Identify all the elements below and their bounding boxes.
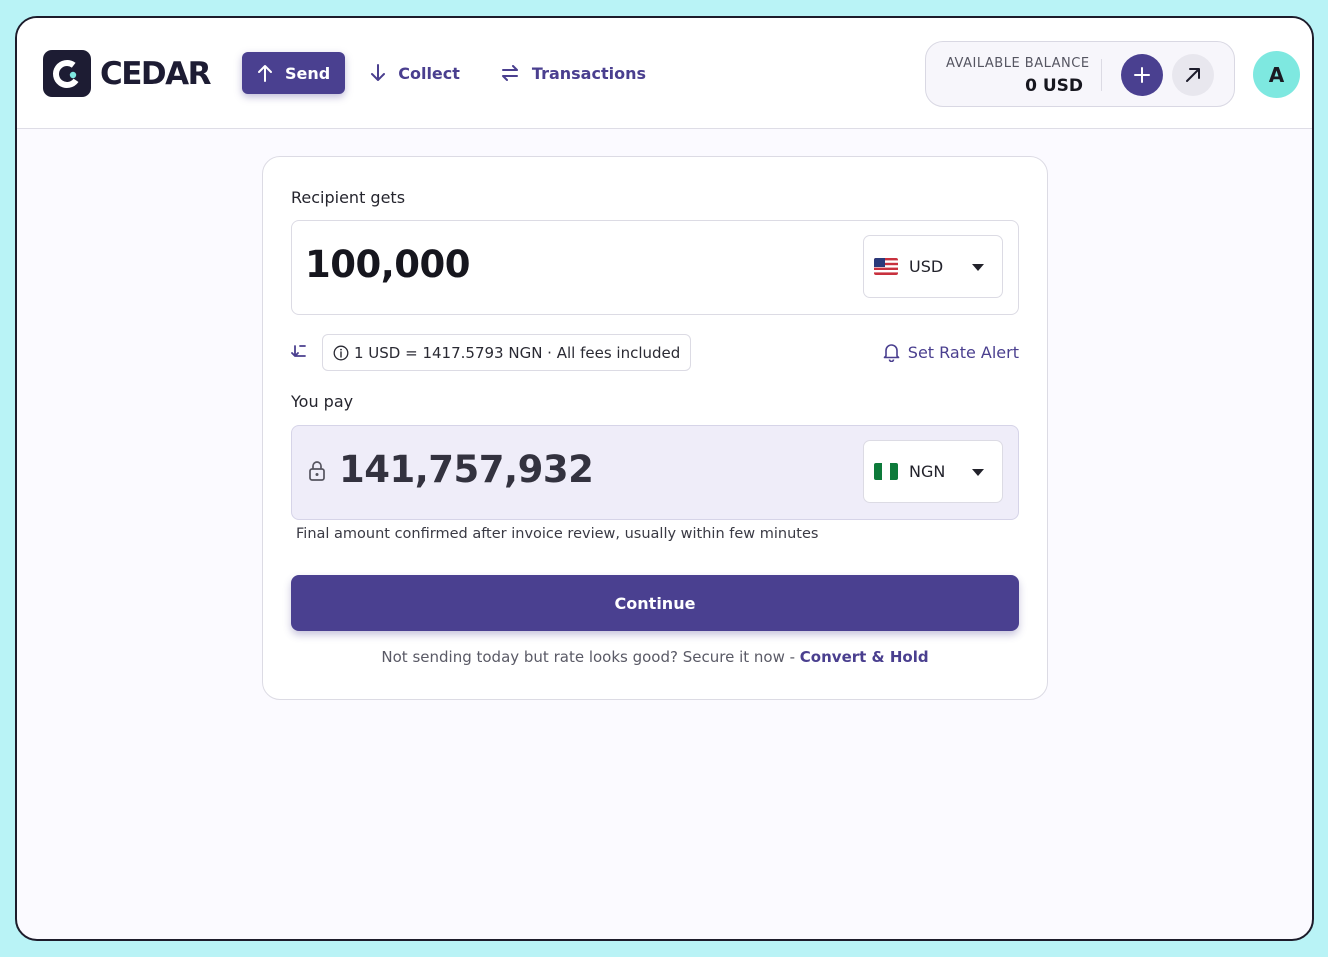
- swap-direction-icon[interactable]: [291, 344, 309, 360]
- convert-hold-text: Not sending today but rate looks good? S…: [381, 648, 800, 666]
- arrow-up-right-icon: [1186, 68, 1200, 82]
- withdraw-button[interactable]: [1172, 54, 1214, 96]
- caret-down-icon: [972, 469, 984, 476]
- balance-widget: AVAILABLE BALANCE 0 USD: [925, 41, 1235, 107]
- plus-icon: [1134, 67, 1150, 83]
- continue-button[interactable]: Continue: [291, 575, 1019, 631]
- exchange-rate-text: 1 USD = 1417.5793 NGN · All fees include…: [354, 343, 681, 362]
- avatar[interactable]: A: [1253, 51, 1300, 98]
- cedar-logo-icon: [43, 50, 91, 97]
- recipient-currency-select[interactable]: USD: [863, 235, 1003, 298]
- caret-down-icon: [972, 264, 984, 271]
- nav-send-label: Send: [285, 63, 331, 83]
- main-nav: Send Collect Transactions: [242, 52, 671, 94]
- recipient-amount-value[interactable]: 100,000: [305, 243, 471, 286]
- you-pay-label: You pay: [291, 392, 354, 411]
- confirmation-note: Final amount confirmed after invoice rev…: [296, 526, 819, 542]
- recipient-amount-field[interactable]: 100,000 USD: [291, 220, 1019, 315]
- pay-currency-select[interactable]: NGN: [863, 440, 1003, 503]
- swap-arrows-icon: [501, 65, 518, 81]
- nav-collect[interactable]: Collect: [355, 52, 475, 94]
- convert-hold-link[interactable]: Convert & Hold: [800, 648, 929, 666]
- nav-send[interactable]: Send: [242, 52, 346, 94]
- brand-name: CEDAR: [100, 55, 212, 92]
- rate-row: 1 USD = 1417.5793 NGN · All fees include…: [291, 334, 1019, 371]
- brand-logo[interactable]: CEDAR: [43, 50, 212, 97]
- send-form-card: Recipient gets 100,000 USD 1 USD = 1417.…: [262, 156, 1048, 700]
- balance-amount: 0 USD: [1025, 76, 1083, 96]
- nav-transactions-label: Transactions: [531, 63, 646, 83]
- arrow-up-icon: [258, 65, 272, 82]
- exchange-rate-badge: 1 USD = 1417.5793 NGN · All fees include…: [322, 334, 692, 371]
- lock-icon: [309, 461, 325, 481]
- us-flag-icon: [874, 258, 898, 275]
- pay-amount-field: 141,757,932 NGN: [291, 425, 1019, 520]
- pay-amount-value: 141,757,932: [339, 448, 594, 491]
- convert-hold-prompt: Not sending today but rate looks good? S…: [263, 648, 1047, 666]
- nav-collect-label: Collect: [398, 63, 460, 83]
- arrow-down-icon: [371, 64, 386, 81]
- ng-flag-icon: [874, 463, 898, 480]
- add-funds-button[interactable]: [1121, 54, 1163, 96]
- balance-label: AVAILABLE BALANCE: [946, 56, 1090, 71]
- recipient-gets-label: Recipient gets: [291, 188, 406, 207]
- bell-icon: [883, 344, 900, 362]
- pay-currency-code: NGN: [909, 462, 946, 481]
- set-rate-alert-label: Set Rate Alert: [907, 342, 1019, 362]
- nav-transactions[interactable]: Transactions: [485, 52, 661, 94]
- set-rate-alert-link[interactable]: Set Rate Alert: [883, 342, 1019, 362]
- recipient-currency-code: USD: [909, 257, 944, 276]
- app-window: CEDAR Send Collect Transactions AVAILABL…: [15, 16, 1314, 941]
- info-icon: [333, 345, 349, 360]
- balance-divider: [1101, 59, 1102, 91]
- top-bar: CEDAR Send Collect Transactions AVAILABL…: [17, 18, 1312, 129]
